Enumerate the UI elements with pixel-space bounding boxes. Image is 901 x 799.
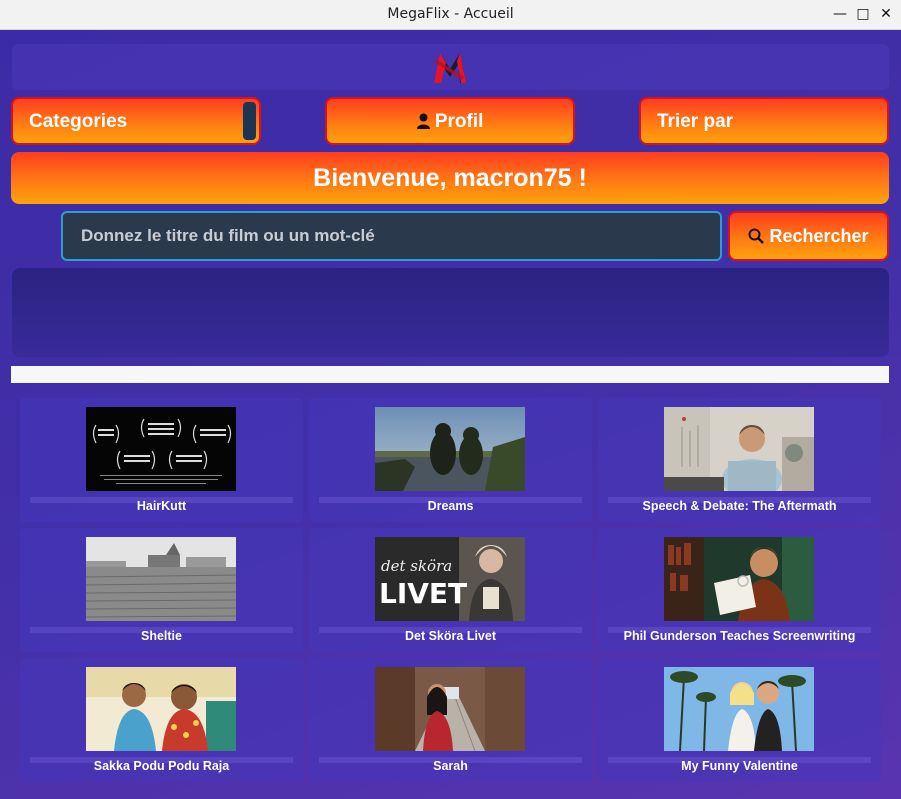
movie-card-hairkutt[interactable]: HairKutt bbox=[20, 398, 303, 522]
movie-thumbnail bbox=[86, 407, 236, 491]
movie-card-det-skora-livet[interactable]: det sköra LIVET Det Sköra Livet bbox=[309, 528, 592, 652]
movie-title: Sakka Podu Podu Raja bbox=[93, 759, 230, 773]
user-icon bbox=[416, 113, 430, 129]
movie-thumbnail bbox=[375, 407, 525, 491]
movie-thumbnail bbox=[664, 667, 814, 751]
thumb-text-big: LIVET bbox=[379, 577, 467, 610]
movie-thumbnail bbox=[86, 537, 236, 621]
window-titlebar: MegaFlix - Accueil — □ ✕ bbox=[0, 0, 901, 30]
categories-dropdown[interactable]: Categories bbox=[11, 97, 261, 145]
search-button[interactable]: Rechercher bbox=[728, 211, 889, 261]
movie-title: Sarah bbox=[433, 759, 468, 773]
trier-par-dropdown[interactable]: Trier par bbox=[639, 97, 889, 145]
profil-button[interactable]: Profil bbox=[325, 97, 575, 145]
maximize-button[interactable]: □ bbox=[854, 5, 872, 23]
categories-label: Categories bbox=[29, 111, 128, 132]
movie-card-phil-gunderson[interactable]: Phil Gunderson Teaches Screenwriting bbox=[598, 528, 881, 652]
close-button[interactable]: ✕ bbox=[877, 5, 895, 23]
trier-par-label: Trier par bbox=[657, 111, 734, 132]
thumb-text-top: det sköra bbox=[381, 557, 452, 575]
search-icon bbox=[748, 228, 765, 244]
movie-thumbnail bbox=[86, 667, 236, 751]
welcome-banner: Bienvenue, macron75 ! bbox=[11, 152, 889, 204]
profil-label: Profil bbox=[434, 111, 484, 132]
movie-card-dreams[interactable]: Dreams bbox=[309, 398, 592, 522]
separator-bar bbox=[11, 366, 889, 383]
movie-thumbnail bbox=[375, 667, 525, 751]
results-panel bbox=[12, 268, 889, 357]
search-button-label: Rechercher bbox=[769, 226, 869, 246]
movie-title: HairKutt bbox=[136, 499, 187, 513]
movie-card-sheltie[interactable]: Sheltie bbox=[20, 528, 303, 652]
categories-scrollbar[interactable] bbox=[243, 102, 256, 140]
movie-title: Phil Gunderson Teaches Screenwriting bbox=[623, 629, 856, 643]
app-body: Categories Profil Trier par Bienvenue, m… bbox=[0, 30, 901, 799]
movie-card-speech-debate[interactable]: Speech & Debate: The Aftermath bbox=[598, 398, 881, 522]
window-title: MegaFlix - Accueil bbox=[387, 6, 514, 22]
movie-thumbnail bbox=[664, 537, 814, 621]
minimize-button[interactable]: — bbox=[831, 5, 849, 23]
movie-title: My Funny Valentine bbox=[681, 759, 798, 773]
movie-thumbnail bbox=[664, 407, 814, 491]
movie-grid: HairKutt Dreams Speech & Debate: The Aft… bbox=[20, 398, 882, 798]
logo-bar bbox=[12, 44, 889, 90]
movie-title: Sheltie bbox=[141, 629, 182, 643]
movie-title: Speech & Debate: The Aftermath bbox=[642, 499, 837, 513]
search-input[interactable]: Donnez le titre du film ou un mot-clé bbox=[61, 211, 722, 261]
movie-thumbnail: det sköra LIVET bbox=[375, 537, 525, 621]
movie-title: Det Sköra Livet bbox=[404, 629, 496, 643]
movie-title: Dreams bbox=[427, 499, 474, 513]
megaflix-logo bbox=[434, 53, 466, 83]
movie-card-sakka-podu[interactable]: Sakka Podu Podu Raja bbox=[20, 658, 303, 782]
movie-card-my-funny-valentine[interactable]: My Funny Valentine bbox=[598, 658, 881, 782]
movie-card-sarah[interactable]: Sarah bbox=[309, 658, 592, 782]
